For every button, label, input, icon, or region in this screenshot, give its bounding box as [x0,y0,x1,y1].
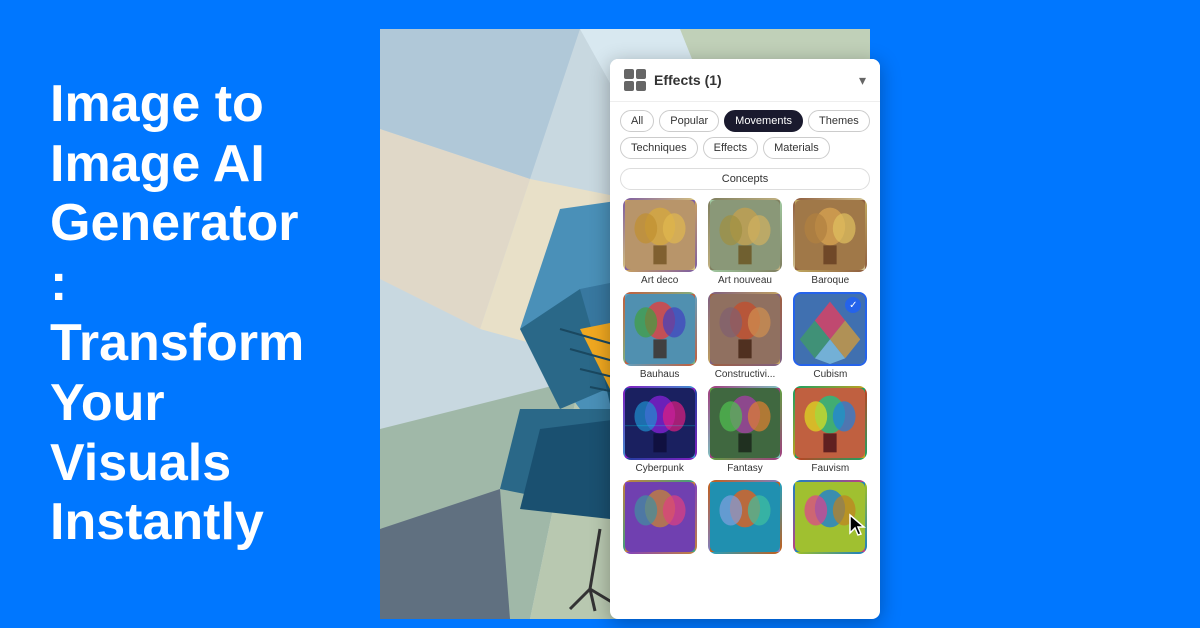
grid-img-art-deco [623,198,697,272]
grid-img-baroque [793,198,867,272]
grid-item-constructivi[interactable]: Constructivi... [705,292,784,380]
effects-grid: Art deco Art nouveau [610,198,880,557]
filter-tabs: All Popular Movements Themes Techniques … [610,102,880,168]
concepts-bar[interactable]: Concepts [620,168,870,190]
effects-panel: Effects (1) ▾ All Popular Movements Them… [610,59,880,619]
panel-header: Effects (1) ▾ [610,59,880,102]
grid-img-art-nouveau [708,198,782,272]
grid-item-art-nouveau[interactable]: Art nouveau [705,198,784,286]
grid-img-cyberpunk [623,386,697,460]
grid-img-constructivi [708,292,782,366]
grid-label-fantasy: Fantasy [727,463,763,474]
grid-label-cubism: Cubism [813,369,847,380]
grid-label-art-nouveau: Art nouveau [718,275,772,286]
chevron-down-icon[interactable]: ▾ [859,72,866,89]
filter-themes[interactable]: Themes [808,110,870,132]
grid-label-constructivi: Constructivi... [715,369,776,380]
grid-img-fantasy [708,386,782,460]
grid-item-bauhaus[interactable]: Bauhaus [620,292,699,380]
effects-icon [624,69,646,91]
grid-label-cyberpunk: Cyberpunk [635,463,683,474]
grid-img-bauhaus [623,292,697,366]
grid-item-partial-2[interactable] [705,480,784,557]
hero-title: Image to Image AI Generator : Transform … [50,75,304,552]
filter-techniques[interactable]: Techniques [620,137,698,159]
cursor-icon [848,513,868,537]
main-image-area: Effects (1) ▾ All Popular Movements Them… [380,29,870,619]
grid-img-partial-2 [708,480,782,554]
grid-item-fantasy[interactable]: Fantasy [705,386,784,474]
hero-text-block: Image to Image AI Generator : Transform … [0,35,380,593]
grid-item-partial-1[interactable] [620,480,699,557]
filter-all[interactable]: All [620,110,654,132]
grid-item-cyberpunk[interactable]: Cyberpunk [620,386,699,474]
panel-title: Effects (1) [654,72,722,88]
filter-movements[interactable]: Movements [724,110,803,132]
filter-popular[interactable]: Popular [659,110,719,132]
grid-label-art-deco: Art deco [641,275,678,286]
grid-img-partial-1 [623,480,697,554]
panel-title-row: Effects (1) [624,69,722,91]
grid-item-fauvism[interactable]: Fauvism [791,386,870,474]
grid-label-baroque: Baroque [811,275,849,286]
filter-row-1: All Popular Movements Themes [620,110,870,132]
grid-item-baroque[interactable]: Baroque [791,198,870,286]
grid-item-art-deco[interactable]: Art deco [620,198,699,286]
grid-label-bauhaus: Bauhaus [640,369,679,380]
filter-effects[interactable]: Effects [703,137,758,159]
grid-img-fauvism [793,386,867,460]
filter-row-2: Techniques Effects Materials [620,137,870,159]
page-container: Image to Image AI Generator : Transform … [0,0,1200,628]
filter-materials[interactable]: Materials [763,137,830,159]
grid-item-cubism[interactable]: Cubism [791,292,870,380]
grid-label-fauvism: Fauvism [811,463,849,474]
grid-img-cubism [793,292,867,366]
